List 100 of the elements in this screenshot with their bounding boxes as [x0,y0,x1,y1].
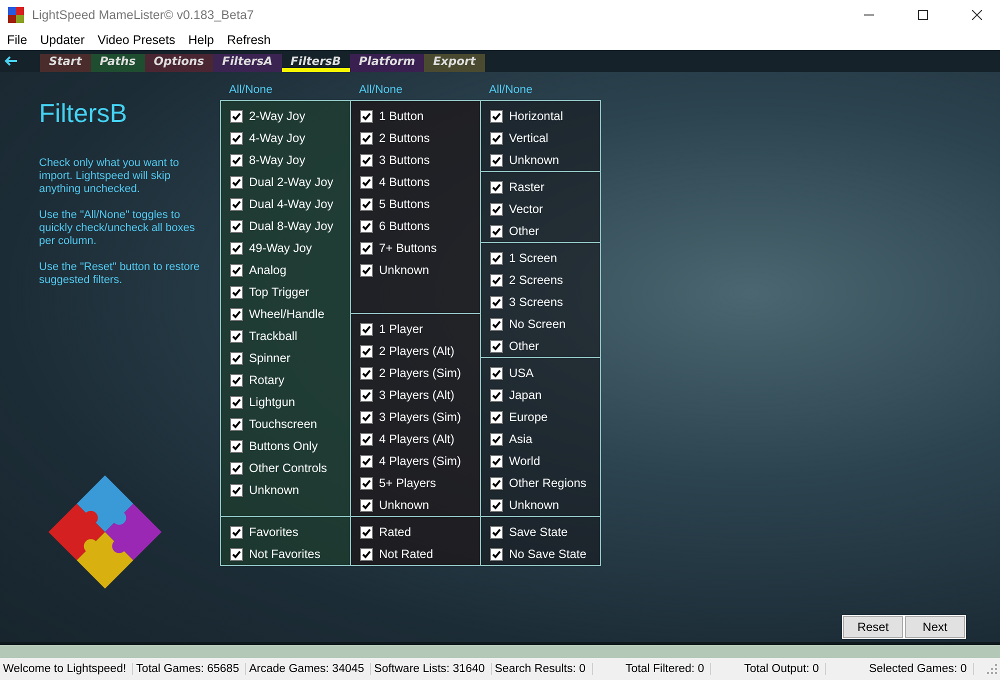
checkbox[interactable] [230,242,243,254]
checkbox[interactable] [490,432,503,446]
tab[interactable]: Start [40,54,91,72]
checkbox[interactable] [360,498,373,512]
checkbox[interactable] [360,322,373,336]
filter-option[interactable]: 4 Buttons [360,171,480,193]
filter-option[interactable]: Not Favorites [230,543,350,565]
filter-option[interactable]: 2 Players (Sim) [360,362,480,384]
checkbox[interactable] [490,388,503,402]
checkbox[interactable] [230,132,243,144]
filter-option[interactable]: World [490,450,600,472]
filter-option[interactable]: Unknown [490,494,600,516]
checkbox[interactable] [490,180,503,194]
filter-option[interactable]: Dual 4-Way Joy [230,193,350,215]
filter-option[interactable]: No Screen [490,313,600,335]
filter-option[interactable]: Rated [360,521,480,543]
checkbox[interactable] [230,418,243,430]
filter-option[interactable]: Favorites [230,521,350,543]
filter-option[interactable]: Touchscreen [230,413,350,435]
menu-item[interactable]: Updater [40,33,85,47]
checkbox[interactable] [490,318,503,330]
filter-option[interactable]: Unknown [360,259,480,281]
filter-option[interactable]: Save State [490,521,600,543]
filter-option[interactable]: Horizontal [490,105,600,127]
filter-option[interactable]: Other Controls [230,457,350,479]
close-icon[interactable] [972,10,982,20]
checkbox[interactable] [490,410,503,424]
checkbox[interactable] [360,154,373,166]
filter-option[interactable]: Unknown [490,149,600,171]
filter-option[interactable]: 6 Buttons [360,215,480,237]
checkbox[interactable] [360,264,373,276]
checkbox[interactable] [360,432,373,446]
checkbox[interactable] [230,220,243,232]
checkbox[interactable] [490,110,503,122]
filter-option[interactable]: 3 Players (Alt) [360,384,480,406]
checkbox[interactable] [360,410,373,424]
checkbox[interactable] [490,548,503,560]
filter-option[interactable]: 2-Way Joy [230,105,350,127]
menu-item[interactable]: Help [188,33,214,47]
menu-item[interactable]: File [7,33,28,47]
checkbox[interactable] [360,526,373,538]
filter-option[interactable]: Japan [490,384,600,406]
filter-option[interactable]: Wheel/Handle [230,303,350,325]
filter-option[interactable]: Analog [230,259,350,281]
checkbox[interactable] [230,440,243,452]
checkbox[interactable] [490,498,503,512]
filter-option[interactable]: Rotary [230,369,350,391]
checkbox[interactable] [230,374,243,386]
checkbox[interactable] [230,462,243,474]
checkbox[interactable] [490,252,503,264]
all-none-toggle[interactable]: All/None [220,84,272,100]
checkbox[interactable] [360,454,373,468]
checkbox[interactable] [360,242,373,254]
checkbox[interactable] [230,286,243,298]
filter-option[interactable]: Dual 8-Way Joy [230,215,350,237]
filter-option[interactable]: 7+ Buttons [360,237,480,259]
filter-option[interactable]: Unknown [360,494,480,516]
checkbox[interactable] [490,224,503,238]
checkbox[interactable] [230,484,243,496]
checkbox[interactable] [490,202,503,216]
checkbox[interactable] [490,366,503,380]
filter-option[interactable]: Dual 2-Way Joy [230,171,350,193]
filter-option[interactable]: No Save State [490,543,600,565]
checkbox[interactable] [490,454,503,468]
menu-item[interactable]: Refresh [226,33,271,47]
filter-option[interactable]: 49-Way Joy [230,237,350,259]
checkbox[interactable] [360,198,373,210]
checkbox[interactable] [230,176,243,188]
checkbox[interactable] [490,274,503,286]
checkbox[interactable] [230,308,243,320]
filter-option[interactable]: Vector [490,198,600,220]
checkbox[interactable] [490,296,503,308]
filter-option[interactable]: Vertical [490,127,600,149]
checkbox[interactable] [230,548,243,560]
filter-option[interactable]: 3 Buttons [360,149,480,171]
filter-option[interactable]: Not Rated [360,543,480,565]
filter-option[interactable]: 2 Screens [490,269,600,291]
checkbox[interactable] [360,548,373,560]
filter-option[interactable]: Buttons Only [230,435,350,457]
filter-option[interactable]: Europe [490,406,600,428]
filter-option[interactable]: Asia [490,428,600,450]
filter-option[interactable]: Top Trigger [230,281,350,303]
all-none-toggle[interactable]: All/None [480,84,532,100]
checkbox[interactable] [230,396,243,408]
filter-option[interactable]: 8-Way Joy [230,149,350,171]
checkbox[interactable] [360,366,373,380]
checkbox[interactable] [360,110,373,122]
checkbox[interactable] [230,352,243,364]
checkbox[interactable] [490,526,503,538]
action-button[interactable]: Reset [843,616,903,638]
filter-option[interactable]: 4 Players (Sim) [360,450,480,472]
filter-option[interactable]: 3 Screens [490,291,600,313]
tab[interactable]: Options [144,54,214,72]
maximize-icon[interactable] [918,10,928,20]
filter-option[interactable]: 1 Player [360,318,480,340]
resize-grip-icon[interactable] [987,664,997,674]
action-button[interactable]: Next [905,616,965,638]
checkbox[interactable] [360,176,373,188]
filter-option[interactable]: 2 Buttons [360,127,480,149]
checkbox[interactable] [490,340,503,352]
